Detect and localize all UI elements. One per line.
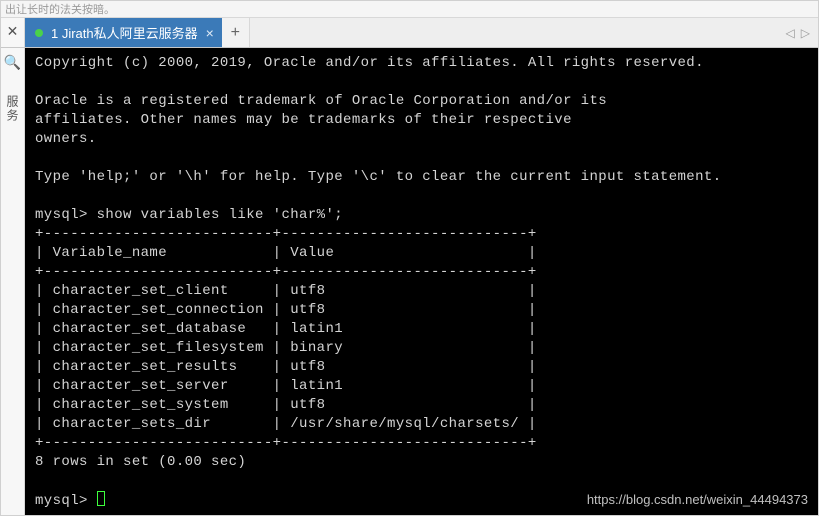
search-icon[interactable]: 🔍: [4, 54, 21, 71]
cropped-text-fragment: 出让长时的法关按暗。: [1, 1, 818, 18]
table-border-mid: +--------------------------+------------…: [35, 264, 537, 280]
status-dot-icon: [35, 29, 43, 37]
term-summary: 8 rows in set (0.00 sec): [35, 454, 246, 470]
term-prompt-2: mysql>: [35, 493, 97, 509]
tabbar-spacer: [250, 18, 778, 47]
tab-active-session[interactable]: 1 Jirath私人阿里云服务器 ×: [25, 18, 222, 47]
table-row: | character_set_client | utf8 |: [35, 283, 537, 299]
table-row: | character_set_database | latin1 |: [35, 321, 537, 337]
table-border-top: +--------------------------+------------…: [35, 226, 537, 242]
term-trademark-line2: affiliates. Other names may be trademark…: [35, 112, 572, 128]
close-panel-icon[interactable]: ✕: [7, 23, 19, 40]
term-trademark-line1: Oracle is a registered trademark of Orac…: [35, 93, 607, 109]
table-row: | character_set_connection | utf8 |: [35, 302, 537, 318]
tab-title: 1 Jirath私人阿里云服务器: [51, 23, 198, 42]
tab-close-icon[interactable]: ×: [206, 25, 214, 41]
tab-bar: ✕ 1 Jirath私人阿里云服务器 × + ◁ ▷: [1, 18, 818, 48]
new-tab-button[interactable]: +: [222, 18, 250, 47]
term-trademark-line3: owners.: [35, 131, 97, 147]
cursor-icon: [97, 491, 105, 506]
watermark: https://blog.csdn.net/weixin_44494373: [587, 490, 808, 509]
main-area: 🔍 服务 Copyright (c) 2000, 2019, Oracle an…: [1, 48, 818, 515]
tab-nav-arrows: ◁ ▷: [778, 18, 818, 47]
table-row: | character_set_results | utf8 |: [35, 359, 537, 375]
table-header: | Variable_name | Value |: [35, 245, 537, 261]
tab-prev-icon[interactable]: ◁: [786, 26, 795, 40]
term-help-hint: Type 'help;' or '\h' for help. Type '\c'…: [35, 169, 722, 185]
terminal[interactable]: Copyright (c) 2000, 2019, Oracle and/or …: [25, 48, 818, 515]
term-prompt-1: mysql> show variables like 'char%';: [35, 207, 343, 223]
table-row: | character_set_system | utf8 |: [35, 397, 537, 413]
side-label-services[interactable]: 服务: [4, 95, 21, 123]
term-copyright: Copyright (c) 2000, 2019, Oracle and/or …: [35, 55, 704, 71]
table-row: | character_sets_dir | /usr/share/mysql/…: [35, 416, 537, 432]
tab-next-icon[interactable]: ▷: [801, 26, 810, 40]
tabbar-left-gutter: ✕: [1, 18, 25, 47]
table-border-bot: +--------------------------+------------…: [35, 435, 537, 451]
table-row: | character_set_filesystem | binary |: [35, 340, 537, 356]
table-row: | character_set_server | latin1 |: [35, 378, 537, 394]
side-gutter: 🔍 服务: [1, 48, 25, 515]
